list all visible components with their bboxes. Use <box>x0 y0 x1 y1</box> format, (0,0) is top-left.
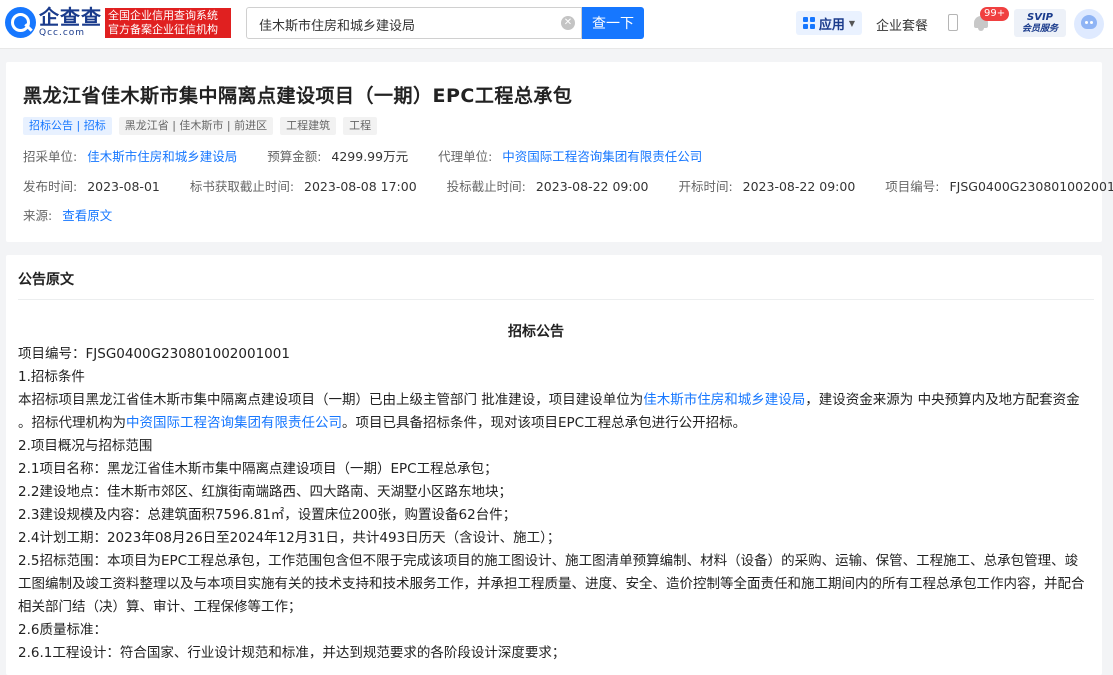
tag-list: 招标公告 | 招标 黑龙江省 | 佳木斯市 | 前进区 工程建筑 工程 <box>23 117 384 135</box>
avatar[interactable] <box>1074 9 1104 39</box>
member-service-label: 会员服务 <box>1021 24 1058 34</box>
logo-name: 企查查 <box>39 5 102 29</box>
paragraph-bid-conditions: 本招标项目黑龙江省佳木斯市集中隔离点建设项目（一期）已由上级主管部门 批准建设，… <box>18 392 1080 431</box>
heading-bid-conditions: 1.招标条件 <box>18 369 85 385</box>
item-2-6: 2.6质量标准： <box>18 622 107 638</box>
divider <box>18 299 1094 300</box>
apps-label: 应用 <box>818 17 845 33</box>
doc-title: 招标公告 <box>508 324 564 340</box>
agent-link[interactable]: 中资国际工程咨询集团有限责任公司 <box>502 149 702 164</box>
view-original-link[interactable]: 查看原文 <box>62 208 112 223</box>
svip-label: SVIP <box>1027 12 1053 23</box>
item-2-6-1: 2.6.1工程设计：符合国家、行业设计规范和标准，并达到规范要求的各阶段设计深度… <box>18 645 566 661</box>
agent-label: 代理单位: <box>438 149 493 164</box>
source-label: 来源: <box>23 208 53 223</box>
open-time: 2023-08-22 09:00 <box>742 179 856 194</box>
top-bar: 企查查 Qcc.com 全国企业信用查询系统 官方备案企业征信机构 ✕ 查一下 … <box>0 0 1113 49</box>
tag-type[interactable]: 招标公告 | 招标 <box>23 117 112 135</box>
section-title: 公告原文 <box>18 272 74 288</box>
builder-link[interactable]: 佳木斯市住房和城乡建设局 <box>643 392 805 408</box>
project-no: FJSG0400G230801002001001 <box>949 179 1113 194</box>
announcement-body: 项目编号：FJSG0400G230801002001001 1.招标条件 本招标… <box>18 343 1086 665</box>
project-no-label: 项目编号: <box>885 179 940 194</box>
budget-label: 预算金额: <box>267 149 322 164</box>
svip-button[interactable]: SVIP 会员服务 <box>1014 9 1066 37</box>
item-2-2: 2.2建设地点：佳木斯市郊区、红旗街南端路西、四大路南、天湖墅小区路东地块； <box>18 484 512 500</box>
purchaser-label: 招采单位: <box>23 149 78 164</box>
doc-project-no: 项目编号：FJSG0400G230801002001001 <box>18 346 290 362</box>
purchaser-link[interactable]: 佳木斯市住房和城乡建设局 <box>87 149 237 164</box>
agency-link[interactable]: 中资国际工程咨询集团有限责任公司 <box>126 415 342 431</box>
meta-row-parties: 招采单位: 佳木斯市住房和城乡建设局 预算金额: 4299.99万元 代理单位:… <box>23 146 702 165</box>
tag-region[interactable]: 黑龙江省 | 佳木斯市 | 前进区 <box>118 117 274 135</box>
item-2-5: 2.5招标范围：本项目为EPC工程总承包，工作范围包含但不限于完成该项目的施工图… <box>18 553 1085 615</box>
chevron-down-icon: ▼ <box>848 18 856 28</box>
credit-badge: 全国企业信用查询系统 官方备案企业征信机构 <box>105 7 231 38</box>
apps-menu-button[interactable]: 应用 ▼ <box>796 11 862 35</box>
project-title: 黑龙江省佳木斯市集中隔离点建设项目（一期）EPC工程总承包 <box>23 85 573 107</box>
logo[interactable]: 企查查 Qcc.com 全国企业信用查询系统 官方备案企业征信机构 <box>5 7 231 38</box>
bid-deadline: 2023-08-22 09:00 <box>535 179 649 194</box>
publish-time: 2023-08-01 <box>87 179 160 194</box>
search-box: ✕ <box>246 7 582 39</box>
bid-deadline-label: 投标截止时间: <box>446 179 526 194</box>
open-time-label: 开标时间: <box>678 179 733 194</box>
search-button[interactable]: 查一下 <box>582 7 644 39</box>
logo-icon <box>5 7 36 38</box>
credit-badge-line1: 全国企业信用查询系统 <box>108 8 218 22</box>
search-input[interactable] <box>257 14 551 34</box>
budget-value: 4299.99万元 <box>331 149 409 164</box>
heading-project-overview: 2.项目概况与招标范围 <box>18 438 153 454</box>
tag-industry[interactable]: 工程建筑 <box>280 117 337 135</box>
meta-row-source: 来源: 查看原文 <box>23 205 112 224</box>
credit-badge-line2: 官方备案企业征信机构 <box>108 22 218 36</box>
enterprise-suite-link[interactable]: 企业套餐 <box>876 15 928 34</box>
logo-domain: Qcc.com <box>39 28 86 38</box>
phone-icon[interactable] <box>948 14 958 31</box>
grid-icon <box>802 17 815 29</box>
item-2-4: 2.4计划工期：2023年08月26日至2024年12月31日，共计493日历天… <box>18 530 561 546</box>
announcement-card: 公告原文 招标公告 项目编号：FJSG0400G230801002001001 … <box>6 255 1102 675</box>
project-info-card: 黑龙江省佳木斯市集中隔离点建设项目（一期）EPC工程总承包 招标公告 | 招标 … <box>6 62 1113 242</box>
clear-icon[interactable]: ✕ <box>561 16 575 30</box>
publish-label: 发布时间: <box>23 179 78 194</box>
meta-row-dates: 发布时间: 2023-08-01 标书获取截止时间: 2023-08-08 17… <box>23 176 1113 195</box>
doc-deadline: 2023-08-08 17:00 <box>304 179 417 194</box>
tag-category[interactable]: 工程 <box>343 117 378 135</box>
item-2-3: 2.3建设规模及内容：总建筑面积7596.81㎡，设置床位200张，购置设备62… <box>18 507 517 523</box>
item-2-1: 2.1项目名称：黑龙江省佳木斯市集中隔离点建设项目（一期）EPC工程总承包； <box>18 461 498 477</box>
doc-deadline-label: 标书获取截止时间: <box>189 179 295 194</box>
notification-badge: 99+ <box>980 7 1010 21</box>
